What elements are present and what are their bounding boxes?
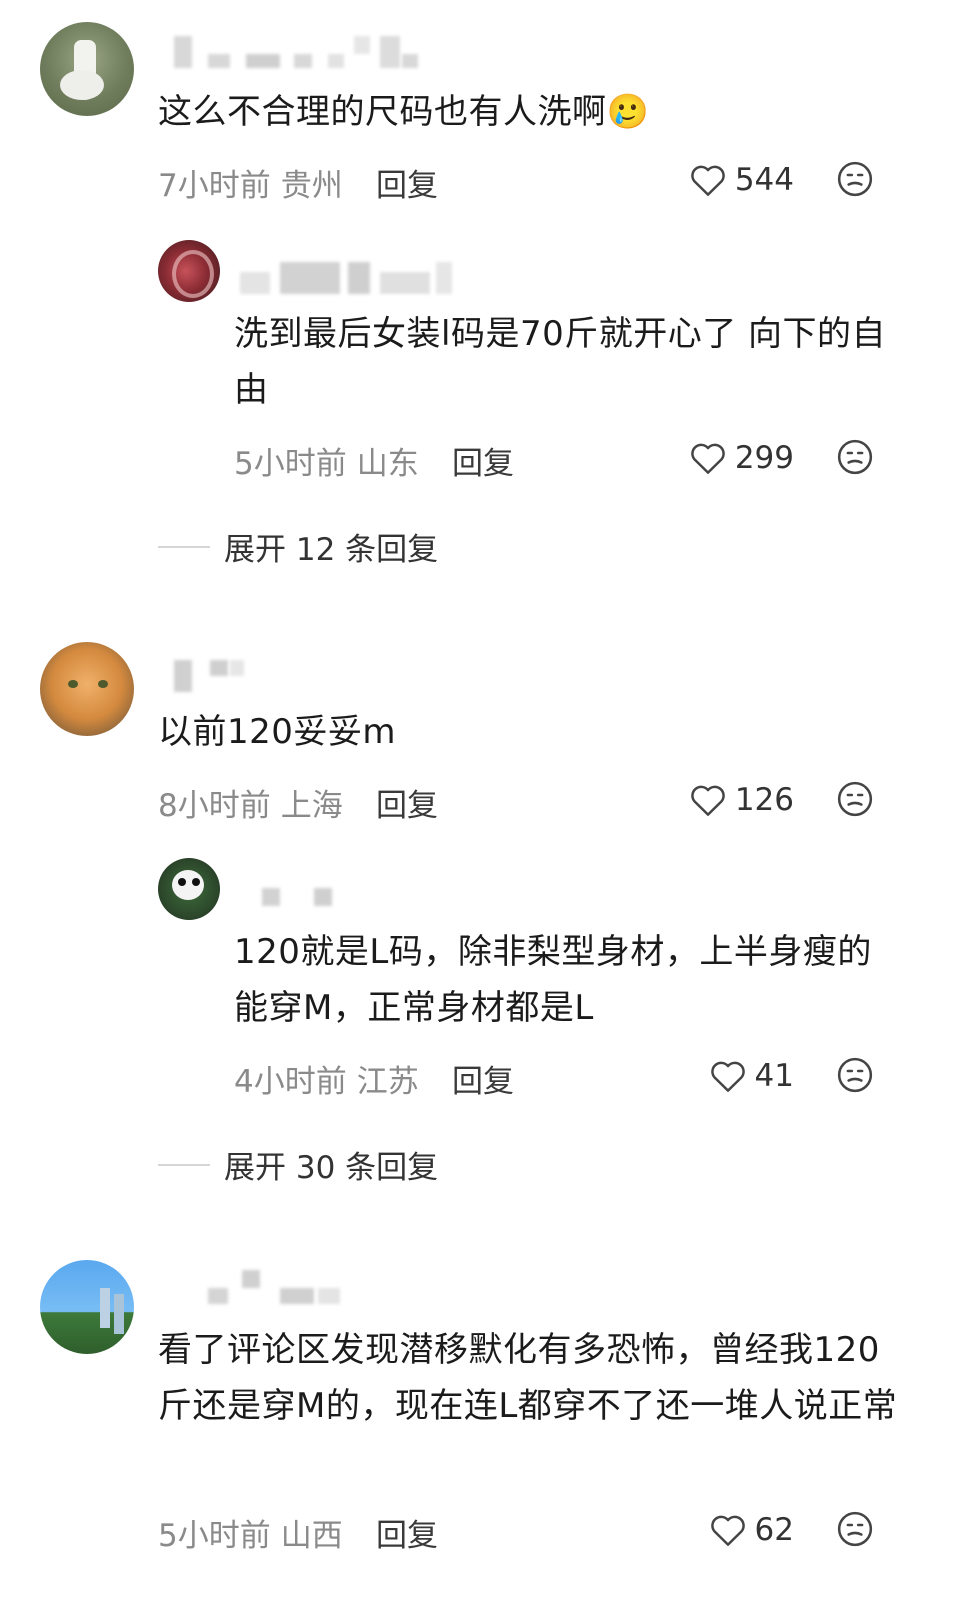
- dislike-face-icon[interactable]: [836, 160, 874, 198]
- like-button[interactable]: 41: [660, 1056, 794, 1096]
- avatar[interactable]: [40, 1260, 134, 1354]
- comment-location: 山西: [280, 1518, 343, 1554]
- like-count: 62: [754, 1512, 794, 1548]
- heart-outline-icon: [710, 1061, 745, 1092]
- reply-meta: 5小时前 山东: [234, 438, 419, 483]
- reply-text: 120就是L码，除非梨型身材，上半身瘦的能穿M，正常身材都是L: [234, 932, 872, 1028]
- reply-meta: 4小时前 江苏: [234, 1056, 419, 1101]
- comment-text: 这么不合理的尺码也有人洗啊🥲: [158, 92, 650, 132]
- avatar[interactable]: [158, 858, 220, 920]
- expand-replies-button[interactable]: 展开 30 条回复: [158, 1142, 438, 1187]
- comment-time: 7小时前: [158, 168, 271, 204]
- username-blurred[interactable]: [206, 1270, 356, 1304]
- heart-outline-icon: [710, 1515, 745, 1546]
- comment-text: 以前120妥妥m: [158, 712, 397, 752]
- expand-replies-button[interactable]: 展开 12 条回复: [158, 524, 438, 569]
- comment-location: 贵州: [280, 168, 343, 204]
- avatar[interactable]: [40, 642, 134, 736]
- reply-text: 洗到最后女装l码是70斤就开心了 向下的自由: [234, 314, 887, 410]
- heart-outline-icon: [691, 785, 725, 816]
- comment-time: 8小时前: [158, 788, 271, 824]
- like-count: 544: [734, 162, 794, 198]
- avatar[interactable]: [40, 22, 134, 116]
- like-button[interactable]: 544: [660, 160, 794, 200]
- like-button[interactable]: 126: [660, 780, 794, 820]
- reply-button[interactable]: 回复: [452, 1056, 514, 1101]
- crying-emoji-icon: 🥲: [606, 92, 650, 132]
- reply-button[interactable]: 回复: [376, 1510, 438, 1555]
- like-button[interactable]: 62: [660, 1510, 794, 1550]
- like-count: 126: [734, 782, 794, 818]
- reply-button[interactable]: 回复: [376, 780, 438, 825]
- username-blurred[interactable]: [240, 262, 460, 294]
- comment-location: 上海: [280, 788, 343, 824]
- expand-replies-label: 展开 12 条回复: [224, 532, 439, 568]
- divider: [158, 1163, 210, 1166]
- username-blurred[interactable]: [170, 36, 430, 68]
- divider: [158, 545, 210, 548]
- like-count: 299: [734, 440, 794, 476]
- dislike-face-icon[interactable]: [836, 780, 874, 818]
- expand-replies-label: 展开 30 条回复: [224, 1150, 439, 1186]
- dislike-face-icon[interactable]: [836, 438, 874, 476]
- reply-button[interactable]: 回复: [376, 160, 438, 205]
- dislike-face-icon[interactable]: [836, 1510, 874, 1548]
- username-blurred[interactable]: [234, 884, 344, 914]
- dislike-face-icon[interactable]: [836, 1056, 874, 1094]
- reply-time: 4小时前: [234, 1064, 347, 1100]
- comment-meta: 5小时前 山西: [158, 1510, 343, 1555]
- heart-outline-icon: [691, 443, 725, 474]
- reply-time: 5小时前: [234, 446, 347, 482]
- like-button[interactable]: 299: [660, 438, 794, 478]
- reply-location: 山东: [356, 446, 419, 482]
- comment-time: 5小时前: [158, 1518, 271, 1554]
- comment-meta: 8小时前 上海: [158, 780, 343, 825]
- reply-location: 江苏: [356, 1064, 419, 1100]
- reply-button[interactable]: 回复: [452, 438, 514, 483]
- like-count: 41: [754, 1058, 794, 1094]
- avatar[interactable]: [158, 240, 220, 302]
- username-blurred[interactable]: [170, 660, 260, 692]
- comment-meta: 7小时前 贵州: [158, 160, 343, 205]
- comment-text: 看了评论区发现潜移默化有多恐怖，曾经我120斤还是穿M的，现在连L都穿不了还一堆…: [158, 1330, 898, 1426]
- heart-outline-icon: [691, 165, 725, 196]
